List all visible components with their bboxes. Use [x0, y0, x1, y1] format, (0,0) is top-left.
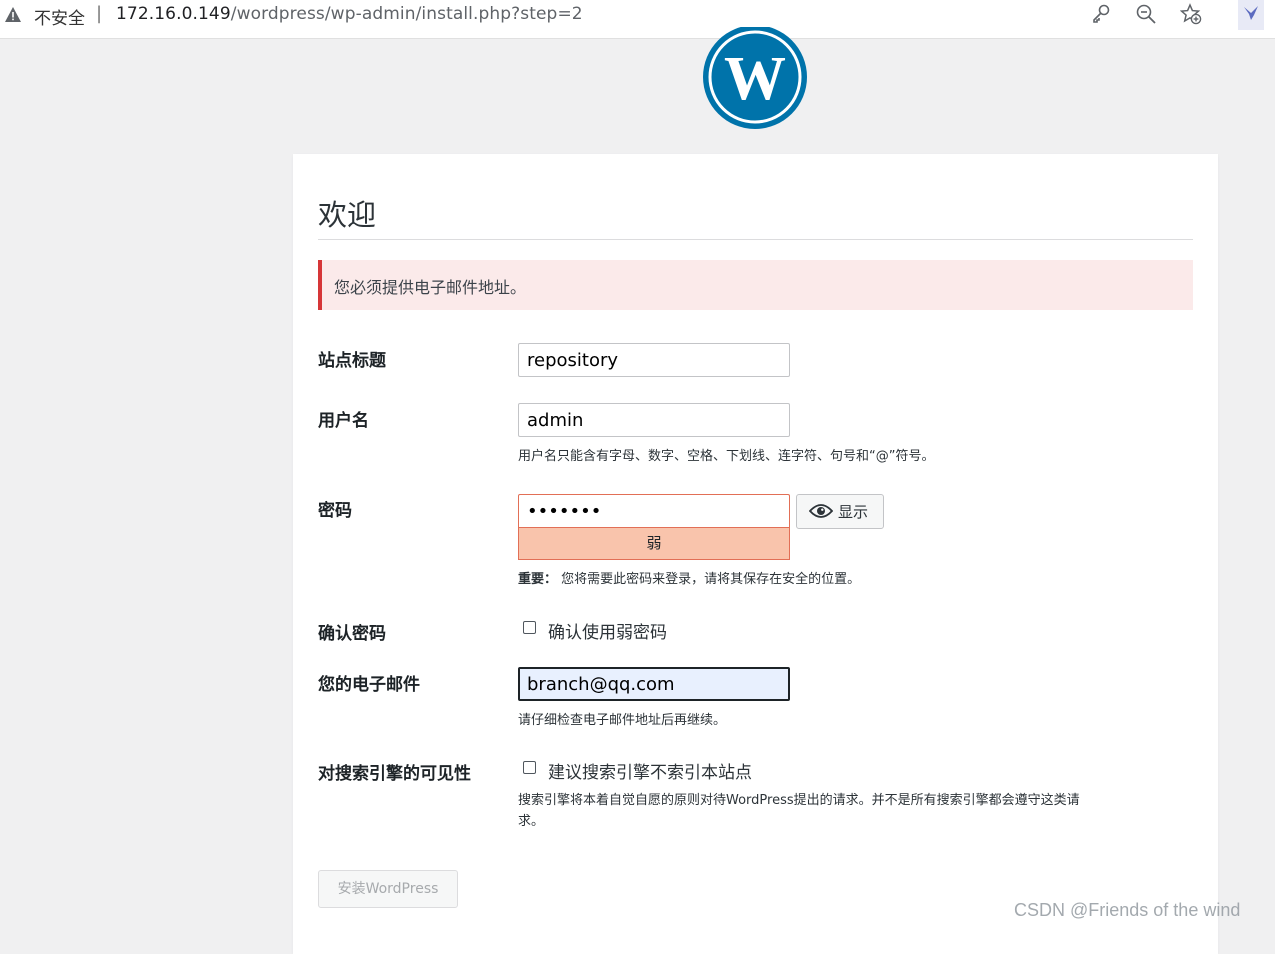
extension-icon[interactable]	[1238, 0, 1264, 30]
discourage-search-text[interactable]: 建议搜索引擎不索引本站点	[548, 758, 752, 783]
username-label: 用户名	[318, 411, 369, 431]
site-title-label: 站点标题	[318, 351, 386, 371]
email-label: 您的电子邮件	[318, 675, 420, 695]
browser-address-bar: 不安全 | 172.16.0.149/wordpress/wp-admin/in…	[0, 0, 1275, 39]
install-form-card: 欢迎 您必须提供电子邮件地址。 站点标题 用户名 用户名只能含有字母、数字、空格…	[293, 154, 1218, 954]
password-strength-meter: 弱	[518, 527, 790, 560]
password-hint-important: 重要：	[518, 572, 558, 587]
error-notice-text: 您必须提供电子邮件地址。	[334, 278, 527, 297]
address-separator: |	[96, 3, 103, 24]
confirm-weak-password-checkbox[interactable]	[523, 621, 536, 634]
password-hint-text: 您将需要此密码来登录，请将其保存在安全的位置。	[561, 572, 861, 587]
password-label: 密码	[318, 501, 352, 521]
username-input[interactable]	[518, 403, 790, 437]
confirm-weak-password-text[interactable]: 确认使用弱密码	[548, 618, 667, 643]
error-notice: 您必须提供电子邮件地址。	[318, 260, 1193, 310]
zoom-out-icon[interactable]	[1135, 3, 1157, 25]
warning-icon[interactable]	[4, 6, 22, 24]
search-visibility-hint-2: 求。	[518, 814, 545, 829]
url-host: 172.16.0.149	[116, 4, 231, 24]
email-input[interactable]	[518, 667, 790, 701]
url-text[interactable]: 172.16.0.149/wordpress/wp-admin/install.…	[116, 4, 583, 24]
show-password-label: 显示	[838, 503, 869, 521]
password-hint: 重要： 您将需要此密码来登录，请将其保存在安全的位置。	[518, 568, 860, 587]
key-icon[interactable]	[1090, 3, 1112, 25]
username-hint: 用户名只能含有字母、数字、空格、下划线、连字符、句号和“@”符号。	[518, 449, 935, 464]
site-title-input[interactable]	[518, 343, 790, 377]
discourage-search-checkbox[interactable]	[523, 761, 536, 774]
security-status[interactable]: 不安全	[34, 4, 85, 29]
confirm-password-label: 确认密码	[318, 624, 386, 644]
page-title: 欢迎	[318, 198, 377, 232]
url-path: /wordpress/wp-admin/install.php?step=2	[230, 4, 583, 24]
csdn-watermark: CSDN @Friends of the wind	[1014, 900, 1241, 920]
wordpress-logo[interactable]: W	[702, 27, 808, 130]
email-hint: 请仔细检查电子邮件地址后再继续。	[518, 713, 727, 728]
search-visibility-hint-1: 搜索引擎将本着自觉自愿的原则对待WordPress提出的请求。并不是所有搜索引擎…	[518, 793, 1080, 808]
install-wordpress-button[interactable]: 安装WordPress	[318, 870, 458, 908]
show-password-button[interactable]: 显示	[796, 494, 884, 529]
eye-icon	[809, 504, 833, 518]
svg-text:W: W	[724, 45, 786, 113]
search-visibility-label: 对搜索引擎的可见性	[318, 764, 471, 784]
password-input[interactable]	[518, 494, 790, 528]
title-divider	[318, 239, 1193, 240]
favorite-star-icon[interactable]	[1180, 3, 1202, 25]
